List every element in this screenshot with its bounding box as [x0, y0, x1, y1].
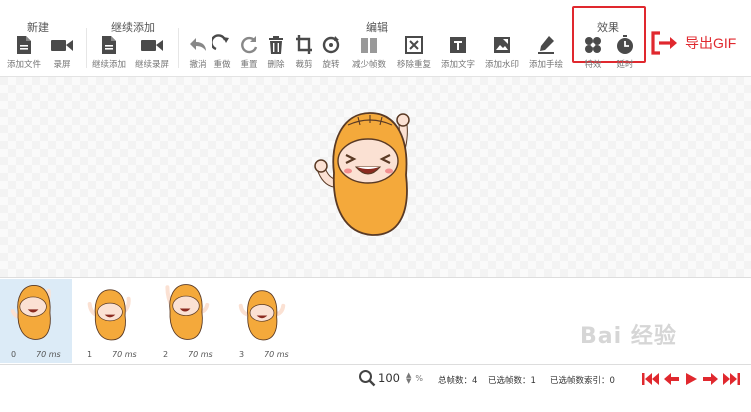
first-frame-button[interactable]	[642, 371, 660, 390]
zoom-unit: %	[415, 373, 423, 383]
frame-thumbnail-3[interactable]: 3 70 ms	[228, 279, 300, 363]
continue-add-label: 继续添加	[91, 60, 126, 70]
pen-icon	[538, 36, 554, 54]
add-watermark-label: 添加水印	[484, 60, 519, 70]
frame-navigation	[642, 371, 740, 390]
next-frame-button[interactable]	[702, 371, 718, 390]
zoom-stepper[interactable]: ▲ ▼	[406, 372, 411, 385]
group-title-edit: 编辑	[366, 21, 388, 34]
group-title-new: 新建	[27, 21, 49, 34]
continue-record-button[interactable]: 继续录屏	[130, 34, 174, 70]
toolbar: 新建 继续添加 编辑 效果 添加文件 录屏 继续添加 继续录屏 撤消 重做 重置…	[0, 0, 751, 77]
frame-duration: 70 ms	[112, 350, 137, 359]
add-watermark-button[interactable]: 添加水印	[480, 34, 524, 70]
previous-frame-icon	[664, 373, 679, 385]
frame-index: 1	[87, 350, 93, 359]
selected-frames-text: 已选帧数：1	[488, 376, 536, 386]
status-bar: 100 ▲ ▼ % 总帧数：4 已选帧数：1 已选帧数索引：0	[0, 364, 751, 393]
play-icon	[686, 373, 697, 385]
add-text-label: 添加文字	[440, 60, 475, 70]
group-title-continue-add: 继续添加	[111, 21, 155, 34]
frame-thumbnail-2[interactable]: 2 70 ms	[152, 279, 224, 363]
record-button[interactable]: 录屏	[40, 34, 84, 70]
preview-canvas[interactable]	[0, 77, 751, 277]
frame-image	[87, 289, 131, 341]
zoom-icon	[359, 370, 376, 387]
frame-duration: 70 ms	[36, 350, 61, 359]
frame-duration: 70 ms	[188, 350, 213, 359]
export-icon	[651, 31, 677, 55]
frame-thumbnail-0[interactable]: 0 70 ms	[0, 279, 72, 363]
continue-add-button[interactable]: 继续添加	[87, 34, 131, 70]
first-frame-icon	[642, 373, 659, 385]
reduce-frames-button[interactable]: 减少帧数	[347, 34, 391, 70]
effect-icon	[585, 37, 601, 53]
export-gif-button[interactable]: 导出GIF	[650, 30, 736, 56]
frame-image	[165, 284, 210, 340]
remove-duplicate-icon	[405, 36, 423, 54]
character-preview-image	[314, 112, 410, 236]
frame-index: 2	[163, 350, 169, 359]
file-add-icon	[102, 36, 116, 54]
selected-index-text: 已选帧数索引：0	[550, 376, 615, 386]
continue-record-label: 继续录屏	[134, 60, 169, 70]
last-frame-icon	[723, 373, 740, 385]
record-label: 录屏	[53, 60, 71, 70]
delay-button[interactable]: 延时	[603, 34, 647, 70]
frame-index: 0	[11, 350, 17, 359]
add-text-button[interactable]: 添加文字	[436, 34, 480, 70]
remove-duplicate-button[interactable]: 移除重复	[392, 34, 436, 70]
play-button[interactable]	[684, 371, 698, 390]
video-camera-icon	[51, 40, 73, 51]
total-frames-text: 总帧数：4	[438, 376, 478, 386]
file-icon	[17, 36, 31, 54]
remove-duplicate-label: 移除重复	[396, 60, 431, 70]
reduce-frames-label: 减少帧数	[351, 60, 386, 70]
add-handwriting-button[interactable]: 添加手绘	[524, 34, 568, 70]
frame-duration: 70 ms	[264, 350, 289, 359]
frame-strip: 0 70 ms 1 70 ms 2 70 ms 3 70 ms	[0, 277, 751, 364]
watermark-icon	[494, 37, 510, 53]
zoom-control[interactable]: 100 ▲ ▼ %	[358, 369, 423, 387]
reduce-frames-icon	[361, 38, 377, 53]
add-handwriting-label: 添加手绘	[528, 60, 563, 70]
zoom-value[interactable]: 100	[378, 371, 400, 385]
clock-icon	[617, 35, 633, 54]
frame-image	[10, 284, 51, 340]
next-frame-icon	[703, 373, 718, 385]
previous-frame-button[interactable]	[664, 371, 680, 390]
video-camera-add-icon	[141, 40, 163, 51]
last-frame-button[interactable]	[722, 371, 740, 390]
frame-image	[238, 290, 286, 341]
rotate-icon	[322, 36, 340, 54]
text-icon	[450, 37, 466, 53]
delay-label: 延时	[616, 60, 634, 70]
export-gif-label: 导出GIF	[685, 35, 737, 51]
frame-index: 3	[239, 350, 245, 359]
frame-thumbnail-1[interactable]: 1 70 ms	[76, 279, 148, 363]
